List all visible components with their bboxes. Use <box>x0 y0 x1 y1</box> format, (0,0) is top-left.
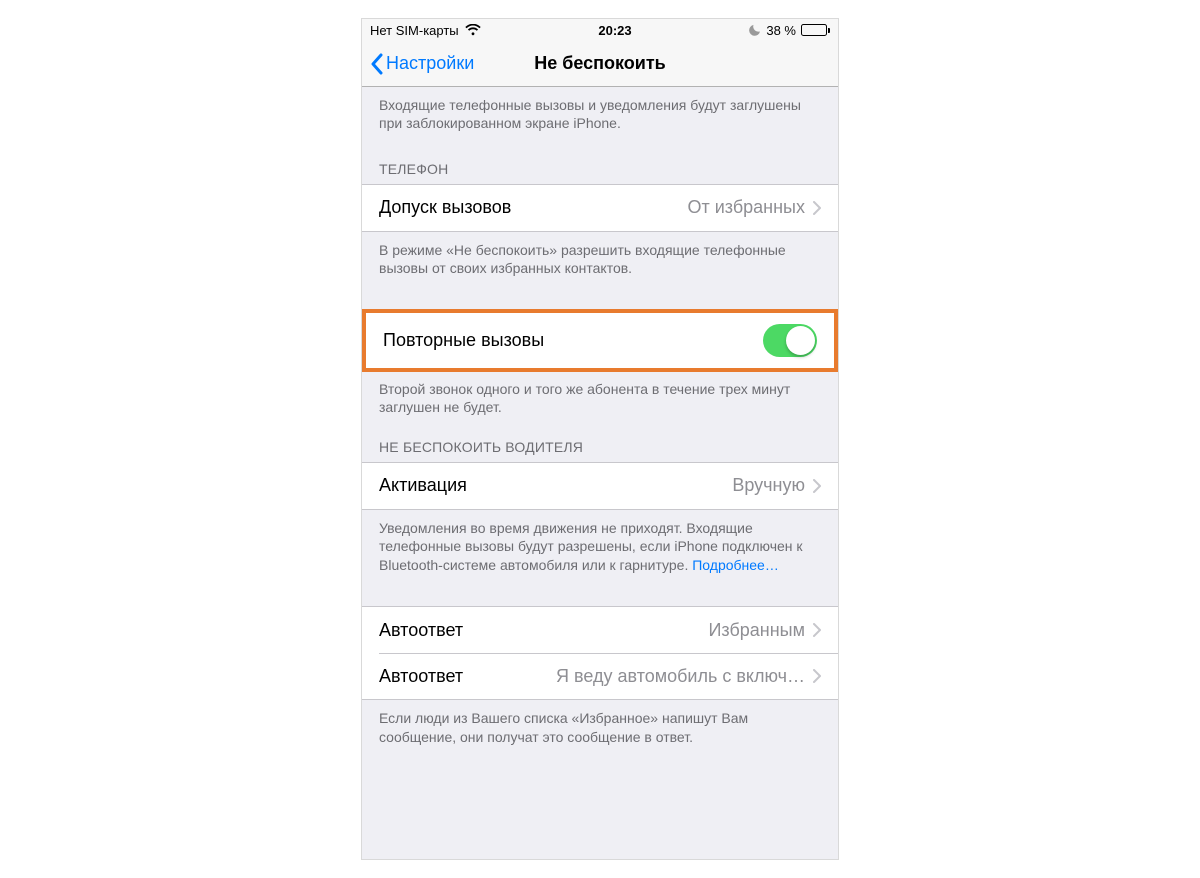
autoreply-note: Если люди из Вашего списка «Избранное» н… <box>362 700 838 754</box>
back-button[interactable]: Настройки <box>370 53 474 75</box>
content-scroll[interactable]: Входящие телефонные вызовы и уведомления… <box>362 87 838 754</box>
phone-frame: Нет SIM-карты 20:23 38 % Настройки Не бе… <box>361 18 839 860</box>
autoreply-recipients-row[interactable]: Автоответ Избранным <box>362 607 838 653</box>
toggle-knob <box>786 326 815 355</box>
intro-note: Входящие телефонные вызовы и уведомления… <box>362 87 838 141</box>
repeated-calls-toggle[interactable] <box>763 324 817 357</box>
activate-note: Уведомления во время движения не приходя… <box>362 510 838 582</box>
chevron-right-icon <box>813 623 821 637</box>
autoreply-message-value: Я веду автомобиль с включ… <box>556 666 805 687</box>
chevron-right-icon <box>813 669 821 683</box>
highlight-box: Повторные вызовы <box>362 309 838 372</box>
repeated-calls-label: Повторные вызовы <box>383 330 544 351</box>
activate-label: Активация <box>379 475 467 496</box>
allow-calls-note: В режиме «Не беспокоить» разрешить входя… <box>362 232 838 286</box>
cell-group: Допуск вызовов От избранных <box>362 184 838 232</box>
cell-group: Повторные вызовы <box>366 313 834 368</box>
nav-bar: Настройки Не беспокоить <box>362 41 838 87</box>
autoreply-recipients-value: Избранным <box>708 620 805 641</box>
cell-group: Активация Вручную <box>362 462 838 510</box>
autoreply-recipients-label: Автоответ <box>379 620 463 641</box>
repeated-calls-note: Второй звонок одного и того же абонента … <box>362 371 838 425</box>
wifi-icon <box>465 24 481 36</box>
page-title: Не беспокоить <box>534 53 666 74</box>
cell-group: Автоответ Избранным Автоответ Я веду авт… <box>362 606 838 700</box>
section-header-phone: ТЕЛЕФОН <box>362 141 838 184</box>
repeated-calls-row: Повторные вызовы <box>366 313 834 368</box>
allow-calls-label: Допуск вызовов <box>379 197 511 218</box>
back-label: Настройки <box>386 53 474 74</box>
chevron-left-icon <box>370 53 383 75</box>
activate-value: Вручную <box>732 475 805 496</box>
chevron-right-icon <box>813 201 821 215</box>
chevron-right-icon <box>813 479 821 493</box>
status-right: 38 % <box>749 23 830 38</box>
allow-calls-row[interactable]: Допуск вызовов От избранных <box>362 185 838 231</box>
battery-percent: 38 % <box>766 23 796 38</box>
section-header-drive: НЕ БЕСПОКОИТЬ ВОДИТЕЛЯ <box>362 425 838 462</box>
learn-more-link[interactable]: Подробнее… <box>692 557 779 573</box>
spacer <box>362 286 838 310</box>
allow-calls-value: От избранных <box>687 197 805 218</box>
autoreply-message-label: Автоответ <box>379 666 463 687</box>
status-time: 20:23 <box>598 23 631 38</box>
carrier-text: Нет SIM-карты <box>370 23 459 38</box>
autoreply-message-row[interactable]: Автоответ Я веду автомобиль с включ… <box>362 653 838 699</box>
status-left: Нет SIM-карты <box>370 23 481 38</box>
moon-icon <box>749 24 761 36</box>
battery-icon <box>801 24 830 36</box>
spacer <box>362 582 838 606</box>
activate-row[interactable]: Активация Вручную <box>362 463 838 509</box>
status-bar: Нет SIM-карты 20:23 38 % <box>362 19 838 41</box>
